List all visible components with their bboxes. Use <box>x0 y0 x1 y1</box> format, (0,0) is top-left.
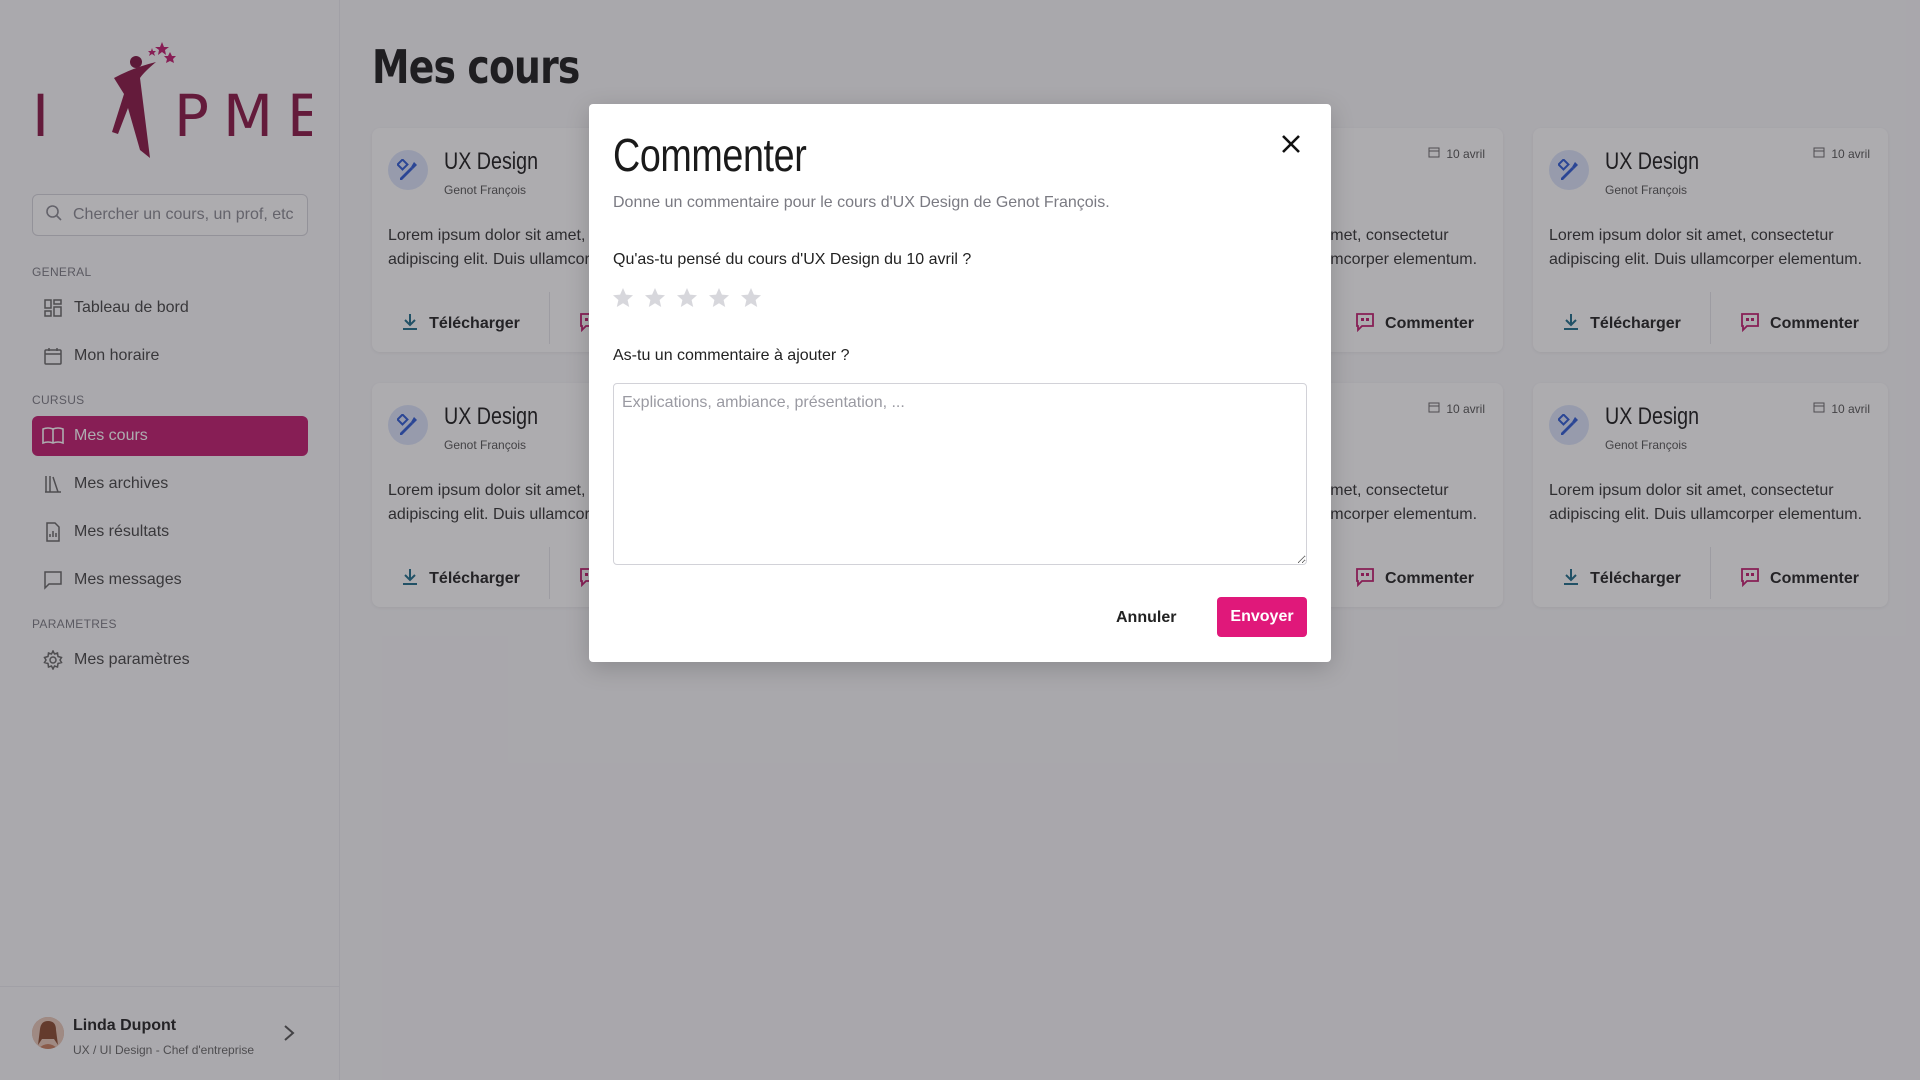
close-icon[interactable] <box>1277 130 1305 158</box>
star-rating[interactable] <box>611 286 763 310</box>
comment-textarea[interactable] <box>613 383 1307 565</box>
send-button[interactable]: Envoyer <box>1217 597 1307 637</box>
rating-question: Qu'as-tu pensé du cours d'UX Design du 1… <box>613 251 972 268</box>
star-icon[interactable] <box>739 286 763 310</box>
star-icon[interactable] <box>675 286 699 310</box>
comment-modal: Commenter Donne un commentaire pour le c… <box>589 104 1331 662</box>
modal-title: Commenter <box>613 129 807 181</box>
comment-question: As-tu un commentaire à ajouter ? <box>613 347 850 364</box>
cancel-button[interactable]: Annuler <box>1100 598 1192 638</box>
star-icon[interactable] <box>707 286 731 310</box>
modal-subtitle: Donne un commentaire pour le cours d'UX … <box>613 194 1110 211</box>
star-icon[interactable] <box>643 286 667 310</box>
star-icon[interactable] <box>611 286 635 310</box>
